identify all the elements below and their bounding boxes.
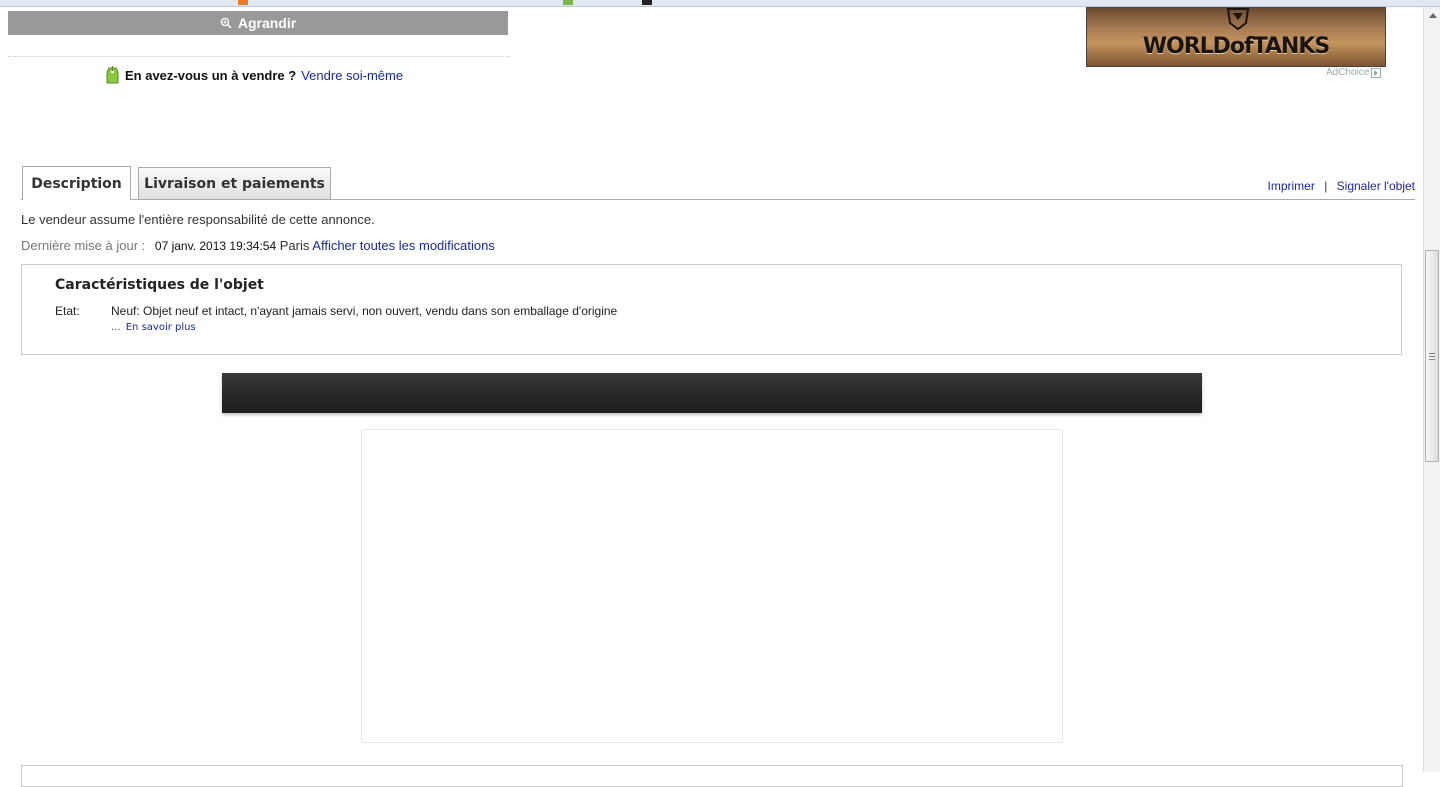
seller-responsibility-text: Le vendeur assume l'entière responsabili… [21, 212, 375, 227]
scrollbar-thumb[interactable] [1425, 250, 1439, 462]
next-section-box [21, 765, 1403, 787]
last-update-label: Dernière mise à jour : [21, 238, 146, 253]
description-header-banner [222, 373, 1202, 413]
item-specifics-title: Caractéristiques de l'objet [55, 277, 264, 293]
toolbar-bookmark-icon[interactable] [563, 0, 573, 5]
learn-more-link[interactable]: En savoir plus [126, 322, 196, 333]
tab-shipping-payments[interactable]: Livraison et paiements [138, 167, 331, 199]
vertical-scrollbar[interactable] [1423, 7, 1440, 772]
toolbar-bookmark-icon[interactable] [238, 0, 248, 5]
browser-toolbar-strip [0, 0, 1440, 7]
sell-question: En avez-vous un à vendre ? [125, 67, 297, 83]
adchoice-link[interactable]: AdChoice [1326, 67, 1382, 78]
print-link[interactable]: Imprimer [1268, 179, 1315, 193]
description-content-frame [361, 429, 1063, 743]
ad-banner[interactable]: WORLDofTANKS [1086, 7, 1386, 67]
learn-more: ... En savoir plus [111, 322, 196, 333]
last-update: Dernière mise à jour : 07 janv. 2013 19:… [21, 238, 495, 253]
divider [8, 56, 510, 57]
action-separator: | [1324, 179, 1328, 193]
tab-description[interactable]: Description [22, 166, 131, 200]
condition-label: Etat: [55, 304, 80, 318]
sell-yourself-link[interactable]: Vendre soi-même [301, 68, 403, 83]
last-update-date: 07 janv. 2013 19:34:54 [154, 239, 277, 253]
learn-more-prefix: ... [111, 322, 121, 333]
tab-divider [21, 199, 1415, 200]
report-item-link[interactable]: Signaler l'objet [1337, 179, 1415, 193]
adchoice-label: AdChoice [1326, 67, 1370, 78]
enlarge-label: Agrandir [237, 15, 297, 31]
sell-prompt: En avez-vous un à vendre ? Vendre soi-mê… [106, 66, 403, 84]
item-specifics-box: Caractéristiques de l'objet Etat: Neuf: … [21, 264, 1402, 355]
grip-icon [1429, 352, 1435, 360]
show-all-changes-link[interactable]: Afficher toutes les modifications [312, 238, 495, 253]
enlarge-button[interactable]: Agrandir [8, 11, 508, 35]
adchoice-icon [1371, 67, 1382, 78]
ad-brand-text: WORLDofTANKS [1142, 34, 1331, 59]
toolbar-bookmark-icon[interactable] [642, 0, 652, 5]
price-tag-icon [106, 66, 119, 84]
item-actions: Imprimer | Signaler l'objet [1268, 179, 1416, 193]
condition-value: Neuf: Objet neuf et intact, n'ayant jama… [111, 304, 618, 318]
tank-emblem-icon [1225, 8, 1251, 31]
chevron-up-icon[interactable] [1424, 7, 1440, 23]
last-update-timezone: Paris [279, 238, 310, 253]
zoom-icon [220, 17, 232, 29]
